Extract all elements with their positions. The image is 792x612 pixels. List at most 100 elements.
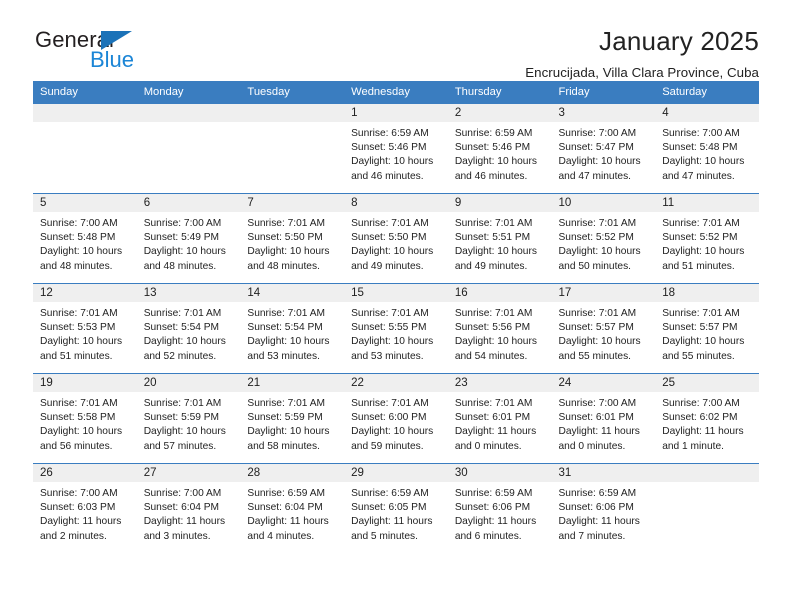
day-number: 7 <box>240 194 345 212</box>
day-details: Sunrise: 7:01 AM Sunset: 6:00 PM Dayligh… <box>351 398 434 452</box>
calendar-day-cell[interactable]: 21 Sunrise: 7:01 AM Sunset: 5:59 PM Dayl… <box>240 373 345 464</box>
day-number: 14 <box>240 284 345 302</box>
weekday-header-friday: Friday <box>551 81 656 104</box>
calendar-day-cell[interactable]: 20 Sunrise: 7:01 AM Sunset: 5:59 PM Dayl… <box>136 373 241 464</box>
calendar-day-cell[interactable]: 17 Sunrise: 7:01 AM Sunset: 5:57 PM Dayl… <box>551 283 656 374</box>
calendar-week-row: 19 Sunrise: 7:01 AM Sunset: 5:58 PM Dayl… <box>33 373 759 464</box>
weekday-header-monday: Monday <box>136 81 241 104</box>
day-number: 10 <box>551 194 656 212</box>
day-number: 28 <box>240 464 345 482</box>
day-number: 18 <box>655 284 759 302</box>
day-details: Sunrise: 7:00 AM Sunset: 6:04 PM Dayligh… <box>143 488 226 542</box>
calendar-day-cell[interactable]: 31 Sunrise: 6:59 AM Sunset: 6:06 PM Dayl… <box>551 463 656 554</box>
day-number: 30 <box>447 464 552 482</box>
day-details: Sunrise: 7:01 AM Sunset: 5:59 PM Dayligh… <box>143 398 226 452</box>
day-number: 15 <box>344 284 448 302</box>
day-number: 13 <box>136 284 241 302</box>
location-subtitle: Encrucijada, Villa Clara Province, Cuba <box>525 65 759 81</box>
calendar-day-cell[interactable] <box>655 463 759 554</box>
day-number <box>136 104 241 122</box>
calendar-day-cell[interactable]: 29 Sunrise: 6:59 AM Sunset: 6:05 PM Dayl… <box>344 463 448 554</box>
calendar-day-cell[interactable]: 18 Sunrise: 7:01 AM Sunset: 5:57 PM Dayl… <box>655 283 759 374</box>
day-details: Sunrise: 7:00 AM Sunset: 6:01 PM Dayligh… <box>558 398 640 452</box>
day-details: Sunrise: 6:59 AM Sunset: 6:06 PM Dayligh… <box>558 488 640 542</box>
day-number: 8 <box>344 194 448 212</box>
weekday-header-sunday: Sunday <box>33 81 137 104</box>
calendar-day-cell[interactable]: 1 Sunrise: 6:59 AM Sunset: 5:46 PM Dayli… <box>344 103 448 194</box>
page-header: General Blue January 2025 Encrucijada, V… <box>33 0 759 80</box>
calendar-day-cell[interactable]: 19 Sunrise: 7:01 AM Sunset: 5:58 PM Dayl… <box>33 373 137 464</box>
calendar-day-cell[interactable] <box>136 103 241 194</box>
day-number: 16 <box>447 284 552 302</box>
calendar-day-cell[interactable] <box>33 103 137 194</box>
logo-text-blue: Blue <box>90 47 135 72</box>
day-details: Sunrise: 6:59 AM Sunset: 6:04 PM Dayligh… <box>247 488 329 542</box>
day-number: 22 <box>344 374 448 392</box>
calendar-week-row: 26 Sunrise: 7:00 AM Sunset: 6:03 PM Dayl… <box>33 463 759 554</box>
day-number: 27 <box>136 464 241 482</box>
day-details: Sunrise: 7:01 AM Sunset: 5:50 PM Dayligh… <box>247 218 330 272</box>
day-number: 26 <box>33 464 137 482</box>
weekday-header-wednesday: Wednesday <box>344 81 448 104</box>
day-details: Sunrise: 7:01 AM Sunset: 5:50 PM Dayligh… <box>351 218 434 272</box>
calendar-day-cell[interactable]: 23 Sunrise: 7:01 AM Sunset: 6:01 PM Dayl… <box>447 373 552 464</box>
day-details <box>240 122 344 127</box>
calendar-week-row: 5 Sunrise: 7:00 AM Sunset: 5:48 PM Dayli… <box>33 193 759 284</box>
calendar-day-cell[interactable]: 28 Sunrise: 6:59 AM Sunset: 6:04 PM Dayl… <box>240 463 345 554</box>
day-details: Sunrise: 7:00 AM Sunset: 6:02 PM Dayligh… <box>662 398 744 452</box>
day-details: Sunrise: 7:00 AM Sunset: 5:47 PM Dayligh… <box>558 128 641 182</box>
calendar-day-cell[interactable] <box>240 103 345 194</box>
calendar-day-cell[interactable]: 25 Sunrise: 7:00 AM Sunset: 6:02 PM Dayl… <box>655 373 759 464</box>
day-number: 2 <box>447 104 552 122</box>
calendar-day-cell[interactable]: 16 Sunrise: 7:01 AM Sunset: 5:56 PM Dayl… <box>447 283 552 374</box>
calendar-day-cell[interactable]: 11 Sunrise: 7:01 AM Sunset: 5:52 PM Dayl… <box>655 193 759 284</box>
calendar-day-cell[interactable]: 5 Sunrise: 7:00 AM Sunset: 5:48 PM Dayli… <box>33 193 137 284</box>
day-number: 21 <box>240 374 345 392</box>
calendar-day-cell[interactable]: 8 Sunrise: 7:01 AM Sunset: 5:50 PM Dayli… <box>344 193 448 284</box>
day-number: 23 <box>447 374 552 392</box>
day-number <box>655 464 759 482</box>
day-details <box>137 122 241 127</box>
calendar-day-cell[interactable]: 24 Sunrise: 7:00 AM Sunset: 6:01 PM Dayl… <box>551 373 656 464</box>
calendar-week-row: 12 Sunrise: 7:01 AM Sunset: 5:53 PM Dayl… <box>33 283 759 374</box>
day-details: Sunrise: 6:59 AM Sunset: 6:05 PM Dayligh… <box>351 488 433 542</box>
day-details: Sunrise: 7:00 AM Sunset: 5:49 PM Dayligh… <box>143 218 226 272</box>
title-block: January 2025 Encrucijada, Villa Clara Pr… <box>525 27 759 80</box>
day-number: 4 <box>655 104 759 122</box>
calendar-day-cell[interactable]: 27 Sunrise: 7:00 AM Sunset: 6:04 PM Dayl… <box>136 463 241 554</box>
calendar-day-cell[interactable]: 7 Sunrise: 7:01 AM Sunset: 5:50 PM Dayli… <box>240 193 345 284</box>
calendar-day-cell[interactable]: 4 Sunrise: 7:00 AM Sunset: 5:48 PM Dayli… <box>655 103 759 194</box>
weekday-header-row: Sunday Monday Tuesday Wednesday Thursday… <box>33 81 759 104</box>
page-title: January 2025 <box>599 26 759 56</box>
day-number: 17 <box>551 284 656 302</box>
day-number: 9 <box>447 194 552 212</box>
calendar-day-cell[interactable]: 13 Sunrise: 7:01 AM Sunset: 5:54 PM Dayl… <box>136 283 241 374</box>
day-details <box>33 122 137 127</box>
day-details: Sunrise: 6:59 AM Sunset: 5:46 PM Dayligh… <box>351 128 434 182</box>
calendar-day-cell[interactable]: 2 Sunrise: 6:59 AM Sunset: 5:46 PM Dayli… <box>447 103 552 194</box>
generalblue-logo[interactable]: General Blue <box>33 27 183 75</box>
day-details: Sunrise: 7:00 AM Sunset: 5:48 PM Dayligh… <box>40 218 123 272</box>
calendar-day-cell[interactable]: 22 Sunrise: 7:01 AM Sunset: 6:00 PM Dayl… <box>344 373 448 464</box>
weekday-header-thursday: Thursday <box>447 81 552 104</box>
day-details: Sunrise: 7:01 AM Sunset: 6:01 PM Dayligh… <box>454 398 537 452</box>
calendar-page: General Blue January 2025 Encrucijada, V… <box>0 0 792 612</box>
day-details: Sunrise: 7:01 AM Sunset: 5:57 PM Dayligh… <box>558 308 641 362</box>
calendar-day-cell[interactable]: 9 Sunrise: 7:01 AM Sunset: 5:51 PM Dayli… <box>447 193 552 284</box>
day-details: Sunrise: 7:01 AM Sunset: 5:57 PM Dayligh… <box>662 308 745 362</box>
calendar-day-cell[interactable]: 15 Sunrise: 7:01 AM Sunset: 5:55 PM Dayl… <box>344 283 448 374</box>
day-number: 29 <box>344 464 448 482</box>
calendar-day-cell[interactable]: 3 Sunrise: 7:00 AM Sunset: 5:47 PM Dayli… <box>551 103 656 194</box>
calendar-day-cell[interactable]: 30 Sunrise: 6:59 AM Sunset: 6:06 PM Dayl… <box>447 463 552 554</box>
day-number: 3 <box>551 104 656 122</box>
calendar-day-cell[interactable]: 14 Sunrise: 7:01 AM Sunset: 5:54 PM Dayl… <box>240 283 345 374</box>
calendar-day-cell[interactable]: 12 Sunrise: 7:01 AM Sunset: 5:53 PM Dayl… <box>33 283 137 374</box>
calendar-day-cell[interactable]: 26 Sunrise: 7:00 AM Sunset: 6:03 PM Dayl… <box>33 463 137 554</box>
day-number: 6 <box>136 194 241 212</box>
day-details: Sunrise: 7:00 AM Sunset: 5:48 PM Dayligh… <box>662 128 745 182</box>
calendar-day-cell[interactable]: 10 Sunrise: 7:01 AM Sunset: 5:52 PM Dayl… <box>551 193 656 284</box>
calendar-day-cell[interactable]: 6 Sunrise: 7:00 AM Sunset: 5:49 PM Dayli… <box>136 193 241 284</box>
day-number: 11 <box>655 194 759 212</box>
calendar-body: 1 Sunrise: 6:59 AM Sunset: 5:46 PM Dayli… <box>33 103 759 554</box>
day-details: Sunrise: 7:01 AM Sunset: 5:51 PM Dayligh… <box>454 218 537 272</box>
